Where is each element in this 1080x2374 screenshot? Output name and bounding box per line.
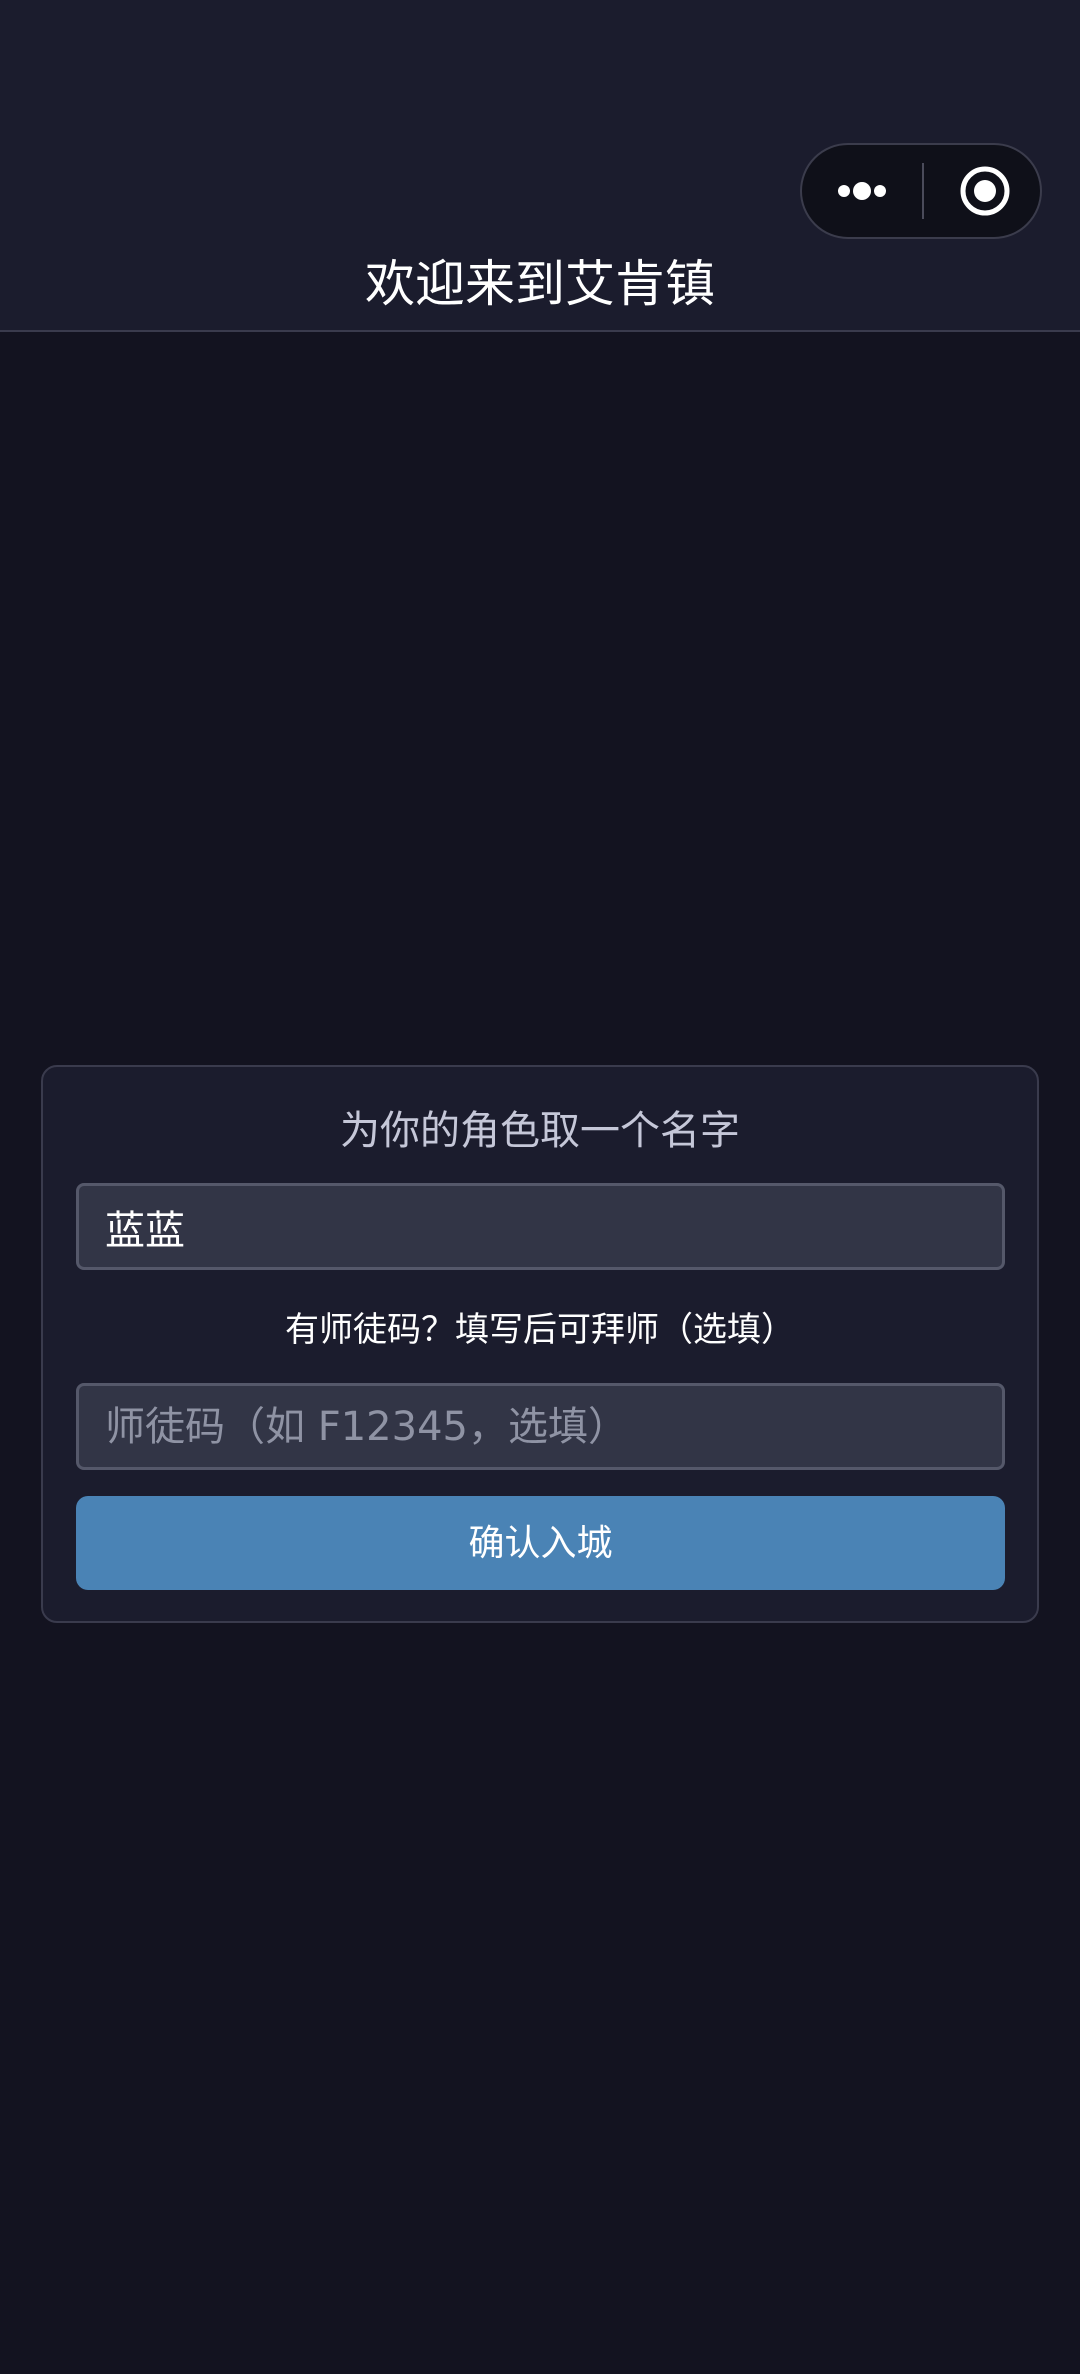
top-nav-bar: 欢迎来到艾肯镇 [0, 0, 1080, 332]
name-prompt: 为你的角色取一个名字 [340, 1108, 740, 1154]
mini-program-capsule [800, 143, 1042, 239]
mentor-code-input[interactable] [76, 1383, 1005, 1470]
mentor-code-hint: 有师徒码？填写后可拜师（选填） [285, 1310, 795, 1350]
close-button[interactable] [924, 145, 1042, 237]
page-title: 欢迎来到艾肯镇 [365, 255, 715, 313]
target-circle-icon [960, 166, 1010, 216]
confirm-enter-button[interactable]: 确认入城 [76, 1496, 1005, 1590]
more-button[interactable] [802, 145, 922, 237]
page: 欢迎来到艾肯镇 为你的角色取一个名字 有师徒码？填写后可拜师（选填） 确认入城 [0, 0, 1080, 2374]
more-dots-icon [838, 182, 886, 200]
create-character-card: 为你的角色取一个名字 有师徒码？填写后可拜师（选填） 确认入城 [41, 1065, 1039, 1623]
character-name-input[interactable] [76, 1183, 1005, 1270]
